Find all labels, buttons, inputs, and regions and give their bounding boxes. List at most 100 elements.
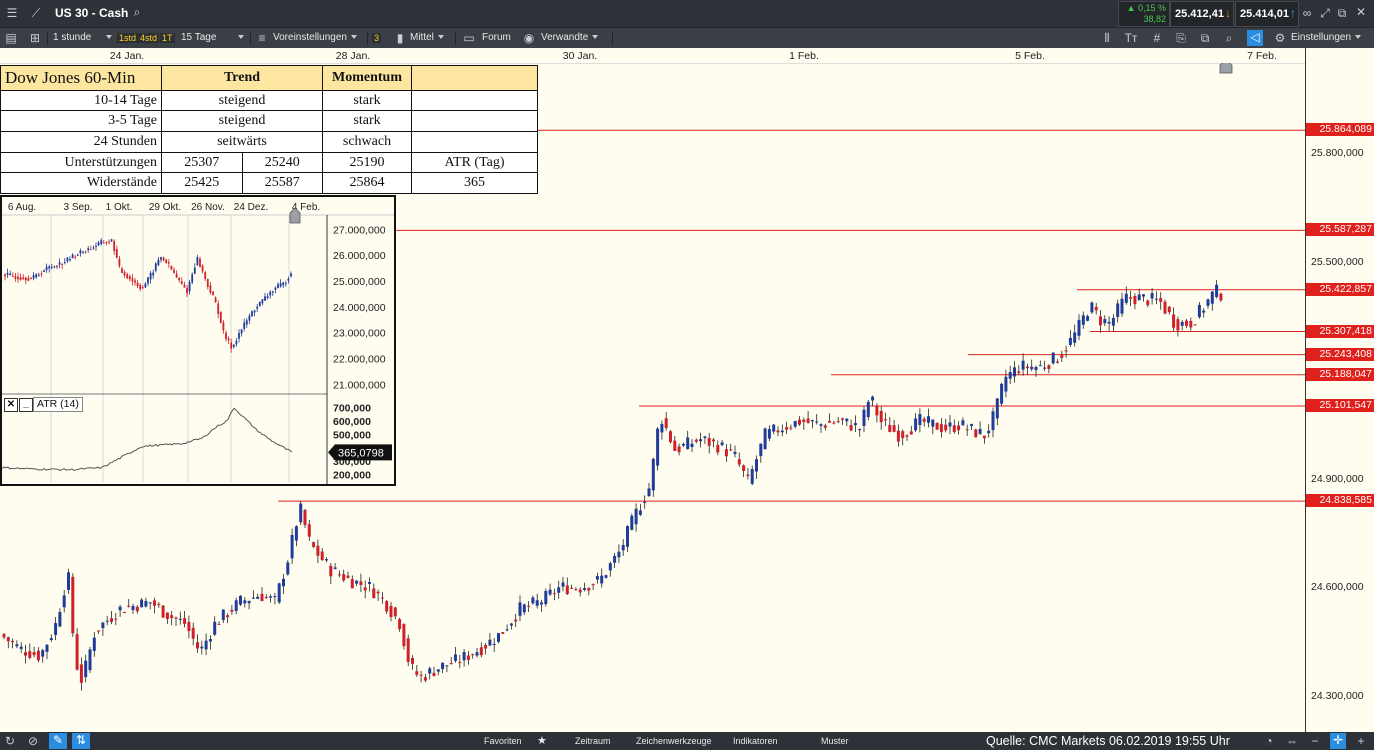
candle-body xyxy=(368,582,371,584)
layout-icon[interactable]: ⊞ xyxy=(28,31,42,45)
quick-interval-1std[interactable]: 1std xyxy=(117,32,139,44)
star-icon[interactable]: ★ xyxy=(537,732,547,750)
quick-interval-1t[interactable]: 1T xyxy=(160,32,175,44)
row-label: 24 Stunden xyxy=(0,131,162,153)
related-menu[interactable]: Verwandte xyxy=(541,28,599,48)
copy-icon[interactable]: ⎘ xyxy=(1174,31,1188,46)
candle-body xyxy=(935,423,939,430)
inset-candle-body xyxy=(69,259,71,261)
buy-price-button[interactable]: 25.414,01 ↑ xyxy=(1235,1,1299,27)
candle-body xyxy=(1180,321,1184,326)
inset-candle-body xyxy=(27,277,30,281)
table-header-row: Dow Jones 60-Min Trend Momentum xyxy=(0,65,538,91)
patterns-button[interactable]: Muster xyxy=(821,732,849,750)
candle-body xyxy=(1111,317,1115,326)
windows-icon[interactable]: ⧉ xyxy=(1198,31,1212,46)
candle-body xyxy=(828,420,832,423)
settings-menu[interactable]: Einstellungen xyxy=(1291,28,1362,48)
candle-body xyxy=(320,551,324,561)
candle-body xyxy=(1056,361,1059,363)
candle-body xyxy=(1137,294,1141,301)
grid-icon[interactable]: # xyxy=(1150,31,1164,45)
close-indicator-icon[interactable]: ✕ xyxy=(4,398,18,412)
price-axis[interactable]: 25.800,000 25.500,000 24.900,000 24.600,000… xyxy=(1305,48,1374,732)
drawing-tools-button[interactable]: Zeichenwerkzeuge xyxy=(636,732,712,750)
inset-candle-body xyxy=(225,332,227,340)
search-icon[interactable]: ⌕ xyxy=(130,5,144,20)
menu-icon[interactable]: ☰ xyxy=(4,6,20,20)
candle-body xyxy=(1142,294,1145,297)
link-icon[interactable]: ∞ xyxy=(1300,6,1314,20)
presets-menu[interactable]: Voreinstellungen xyxy=(273,28,357,48)
expand-icon[interactable]: ⤢ xyxy=(1318,6,1332,21)
candle-body xyxy=(342,574,346,581)
timeframe-button[interactable]: Zeitraum xyxy=(575,732,611,750)
instrument-name[interactable]: US 30 - Cash xyxy=(55,6,128,20)
block-icon[interactable]: ⊘ xyxy=(26,734,40,748)
back-icon[interactable]: ◁ xyxy=(1247,30,1263,46)
candle-body xyxy=(802,419,806,423)
align-icon[interactable]: ⫴ xyxy=(1100,31,1114,46)
panel-icon[interactable]: ▤ xyxy=(4,31,18,45)
chart-type-icon[interactable]: ⟋ xyxy=(28,6,44,21)
change-percent: ▲ 0,15 % xyxy=(1126,3,1166,13)
range-select[interactable]: 15 Tage xyxy=(181,28,216,48)
resistance-2: 25587 xyxy=(241,172,323,194)
gear-icon[interactable]: ⚙ xyxy=(1273,31,1287,45)
candle-body xyxy=(712,439,715,442)
inset-candle-body xyxy=(76,254,79,256)
row-trend: seitwärts xyxy=(161,131,323,153)
pencil-icon[interactable]: ✎ xyxy=(49,733,67,749)
interval-select[interactable]: 1 stunde xyxy=(53,28,91,48)
candle-body xyxy=(1013,367,1016,377)
inset-chart-panel: 6 Aug. 3 Sep. 1 Okt. 29 Okt. 26 Nov. 24 Dez. 4… xyxy=(0,195,396,486)
candle-body xyxy=(737,459,741,465)
candle-body xyxy=(871,396,875,401)
candle-body xyxy=(247,601,251,604)
inset-candle-body xyxy=(227,338,230,341)
sell-price-button[interactable]: 25.412,41 ↓ xyxy=(1170,1,1234,27)
swap-icon[interactable]: ⇅ xyxy=(72,733,90,749)
favorites-button[interactable]: Favoriten xyxy=(484,732,522,750)
text-tool-icon[interactable]: Tт xyxy=(1124,31,1138,45)
candle-body xyxy=(987,430,991,434)
inset-candle-body xyxy=(232,344,235,347)
candle-body xyxy=(677,446,681,453)
inset-candle-body xyxy=(61,263,64,265)
inset-candle-body xyxy=(193,267,196,274)
candle-body xyxy=(1077,319,1081,336)
inset-candle-body xyxy=(9,273,12,276)
eye-icon: ◉ xyxy=(523,31,535,45)
close-icon[interactable]: ✕ xyxy=(1354,5,1368,19)
indicators-button[interactable]: Indikatoren xyxy=(733,732,778,750)
crosshair-icon[interactable]: ✛ xyxy=(1330,733,1346,749)
quick-interval-4std[interactable]: 4std xyxy=(138,32,160,44)
range-dropdown-icon[interactable] xyxy=(234,28,244,48)
compare-icon[interactable]: ⇔ xyxy=(1285,734,1299,748)
inset-candle-body xyxy=(209,285,212,293)
forum-link[interactable]: Forum xyxy=(482,28,511,48)
atr-indicator-label[interactable]: ATR (14) xyxy=(33,397,83,412)
minimize-indicator-icon[interactable]: _ xyxy=(19,398,33,412)
minus-icon[interactable]: − xyxy=(1308,734,1322,748)
inset-candle-body xyxy=(48,266,51,269)
inset-candle-body xyxy=(186,287,188,294)
plus-icon[interactable]: + xyxy=(1354,734,1368,748)
table-row: Widerstände 25425 25587 25864 365 xyxy=(0,172,538,194)
empty-header xyxy=(411,65,538,91)
candle-body xyxy=(647,488,651,497)
clock-icon[interactable]: ◔ xyxy=(1262,734,1276,748)
row-label: 3-5 Tage xyxy=(0,110,162,133)
interval-dropdown-icon[interactable] xyxy=(102,28,112,48)
detail-menu[interactable]: Mittel xyxy=(410,28,444,48)
candle-body xyxy=(763,428,767,450)
popout-icon[interactable]: ⧉ xyxy=(1335,6,1349,21)
candle-body xyxy=(630,515,634,530)
candle-body xyxy=(208,638,212,642)
candle-body xyxy=(79,664,83,683)
zoom-icon[interactable]: ⌕ xyxy=(1222,31,1236,46)
inset-candle-body xyxy=(219,311,222,324)
table-row: Unterstützungen 25307 25240 25190 ATR (T… xyxy=(0,151,538,174)
candle-body xyxy=(1215,284,1219,298)
refresh-icon[interactable]: ↻ xyxy=(3,734,17,748)
